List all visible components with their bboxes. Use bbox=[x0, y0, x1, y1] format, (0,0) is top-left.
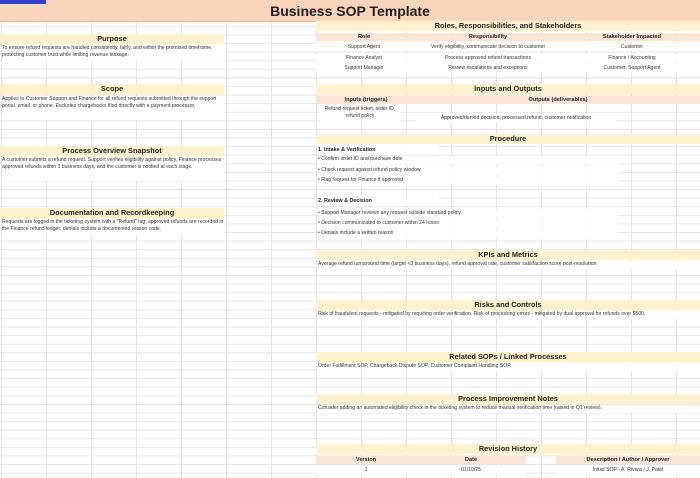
roles-cell[interactable]: Support Manager bbox=[316, 64, 412, 72]
revision-cell[interactable]: 01/10/25 bbox=[416, 466, 526, 474]
io-outputs-label[interactable]: Outputs (deliverables) bbox=[416, 96, 700, 104]
procedure-step-item[interactable]: • Confirm order ID and purchase date bbox=[318, 156, 618, 164]
procedure-step-item[interactable]: • Denials include a written reason bbox=[318, 230, 618, 238]
scope-text[interactable]: Applies to Customer Support and Finance … bbox=[2, 96, 224, 120]
improvement-header[interactable]: Process Improvement Notes bbox=[316, 394, 700, 404]
procedure-header[interactable]: Procedure bbox=[316, 134, 700, 144]
improvement-text[interactable]: Consider adding an automated eligibility… bbox=[318, 405, 700, 413]
procedure-step-item[interactable]: • Check request against refund policy wi… bbox=[318, 167, 618, 175]
purpose-header[interactable]: Purpose bbox=[0, 34, 224, 44]
revision-cell[interactable]: 1 bbox=[316, 466, 416, 474]
risks-text[interactable]: Risk of fraudulent requests - mitigated … bbox=[318, 311, 700, 319]
roles-header[interactable]: Roles, Responsibilities, and Stakeholder… bbox=[316, 21, 700, 31]
related-text[interactable]: Order Fulfillment SOP, Chargeback Disput… bbox=[318, 363, 700, 371]
kpis-text[interactable]: Average refund turnaround time (target <… bbox=[318, 261, 700, 269]
risks-header[interactable]: Risks and Controls bbox=[316, 300, 700, 310]
selected-cell-indicator bbox=[0, 0, 46, 4]
roles-cell[interactable]: Finance / Accounting bbox=[564, 54, 700, 62]
revision-col-date[interactable]: Date bbox=[416, 456, 526, 464]
roles-cell[interactable]: Finance Analyst bbox=[316, 54, 412, 62]
documentation-text[interactable]: Requests are logged in the ticketing sys… bbox=[2, 219, 224, 235]
roles-col-role[interactable]: Role bbox=[316, 33, 412, 41]
revision-header[interactable]: Revision History bbox=[316, 444, 700, 454]
overview-text[interactable]: A customer submits a refund request. Sup… bbox=[2, 157, 224, 181]
revision-col-version[interactable]: Version bbox=[316, 456, 416, 464]
roles-cell[interactable]: Support Agent bbox=[316, 43, 412, 51]
roles-cell[interactable]: Customer, Support Agent bbox=[564, 64, 700, 72]
procedure-step-item[interactable]: • Decision communicated to customer with… bbox=[318, 220, 618, 228]
overview-header[interactable]: Process Overview Snapshot bbox=[0, 146, 224, 156]
io-inputs-label[interactable]: Inputs (triggers) bbox=[316, 96, 416, 104]
kpis-header[interactable]: KPIs and Metrics bbox=[316, 250, 700, 260]
purpose-text[interactable]: To ensure refund requests are handled co… bbox=[2, 45, 224, 61]
roles-cell[interactable]: Customer bbox=[564, 43, 700, 51]
procedure-step-title[interactable]: 2. Review & Decision bbox=[318, 196, 438, 206]
related-header[interactable]: Related SOPs / Linked Processes bbox=[316, 352, 700, 362]
procedure-step-item[interactable]: • Support Manager reviews any request ou… bbox=[318, 210, 618, 218]
sheet-title[interactable]: Business SOP Template bbox=[0, 0, 700, 22]
roles-cell[interactable]: Verify eligibility, communicate decision… bbox=[412, 43, 564, 51]
documentation-header[interactable]: Documentation and Recordkeeping bbox=[0, 208, 224, 218]
procedure-step-title[interactable]: 1. Intake & Verification bbox=[318, 145, 438, 155]
io-outputs-text[interactable]: Approved/denied decision, processed refu… bbox=[416, 114, 616, 122]
roles-cell[interactable]: Process approved refund transactions bbox=[412, 54, 564, 62]
revision-cell[interactable]: Initial SOP - A. Rivera / J. Patel bbox=[556, 466, 700, 474]
roles-col-responsibility[interactable]: Responsibility bbox=[412, 33, 564, 41]
spreadsheet-grid[interactable]: Business SOP Template Purpose To ensure … bbox=[0, 0, 700, 478]
io-header[interactable]: Inputs and Outputs bbox=[316, 84, 700, 94]
io-inputs-text[interactable]: Refund request ticket, order ID, refund … bbox=[320, 106, 400, 122]
roles-cell[interactable]: Review escalations and exceptions bbox=[412, 64, 564, 72]
roles-col-stakeholder[interactable]: Stakeholder Impacted bbox=[564, 33, 700, 41]
scope-header[interactable]: Scope bbox=[0, 84, 224, 94]
procedure-step-item[interactable]: • Flag request for Finance if approved bbox=[318, 177, 618, 185]
revision-col-description[interactable]: Description / Author / Approver bbox=[556, 456, 700, 464]
